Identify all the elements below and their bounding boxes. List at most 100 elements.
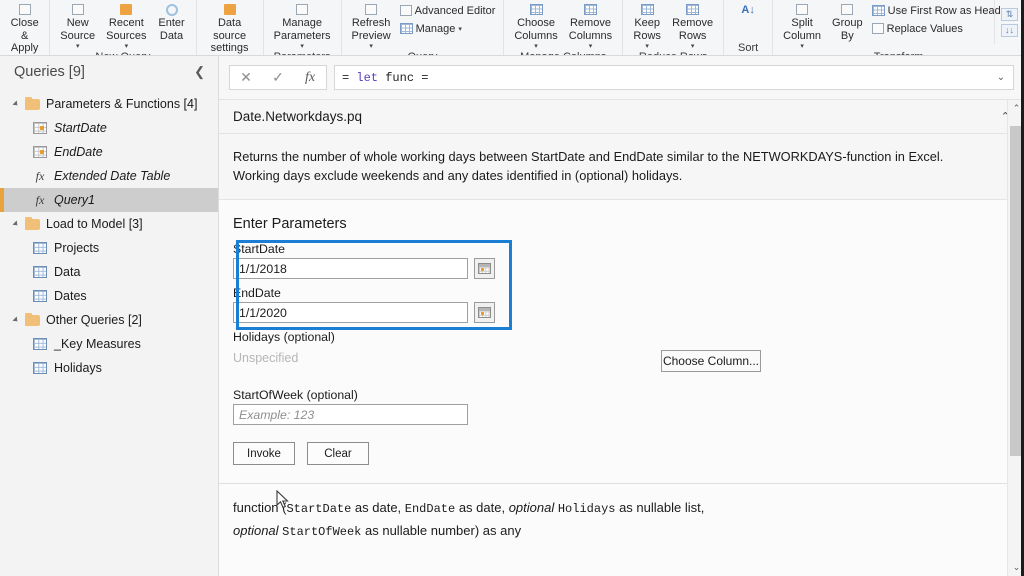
cancel-formula-icon[interactable]: ✕ [230, 66, 262, 89]
chevron-down-icon: ▾ [534, 43, 538, 50]
close-and-apply-button[interactable]: Close & Apply ▾ [5, 1, 44, 55]
enddate-calendar-button[interactable] [474, 302, 495, 323]
data-source-settings-label: Data source settings [210, 17, 249, 54]
folder-icon [25, 96, 40, 110]
manage-button[interactable]: Manage ▾ [397, 20, 499, 37]
calendar-icon [478, 307, 491, 318]
folder-icon [25, 312, 40, 326]
enter-data-icon [165, 2, 178, 17]
formula-input[interactable]: = let func = ⌄ [334, 65, 1014, 90]
clear-button[interactable]: Clear [307, 442, 369, 465]
enter-data-button[interactable]: Enter Data [153, 1, 191, 42]
chevron-down-icon: ▾ [690, 43, 695, 50]
refresh-preview-button[interactable]: Refresh Preview ▾ [347, 1, 396, 50]
enter-parameters-title: Enter Parameters [233, 216, 347, 232]
manage-parameters-label: Manage Parameters [273, 17, 331, 42]
choose-columns-button[interactable]: Choose Columns ▾ [509, 1, 562, 50]
table-icon [33, 290, 47, 302]
action-buttons: Invoke Clear [233, 442, 1010, 465]
queries-group-load-to-model[interactable]: Load to Model [3] [0, 212, 218, 236]
fill-down-icon[interactable]: ↓↓ [1001, 23, 1018, 37]
ribbon-group-title-sort: Sort [738, 42, 759, 54]
new-source-button[interactable]: New Source ▾ [55, 1, 100, 50]
choose-columns-label: Choose Columns [514, 17, 558, 42]
advanced-editor-button[interactable]: Advanced Editor [397, 2, 499, 19]
sidebar-item-data[interactable]: Data [0, 260, 218, 284]
sig-optional-1: optional [508, 500, 555, 515]
ribbon-group-query: Refresh Preview ▾ Advanced Editor Manage… [342, 0, 505, 55]
ribbon-groups: Close & Apply ▾ Close New Source ▾ [0, 0, 1024, 55]
sidebar-item-holidays[interactable]: Holidays [0, 356, 218, 380]
new-source-icon [71, 2, 84, 17]
table-icon [33, 242, 47, 254]
formula-expand-chevron-icon[interactable]: ⌄ [991, 67, 1011, 88]
table-icon [33, 362, 47, 374]
collapse-sidebar-icon[interactable]: ❮ [191, 64, 208, 80]
sort-ascending-button[interactable]: A↓ [729, 1, 767, 17]
startdate-input[interactable] [233, 258, 468, 279]
sidebar-item-query1[interactable]: fx Query1 [0, 188, 218, 212]
function-signature: function (StartDate as date, EndDate as … [219, 483, 1024, 543]
queries-group-label: Load to Model [3] [46, 217, 143, 231]
group-by-button[interactable]: Group By [827, 1, 868, 42]
ribbon-group-manage-columns: Choose Columns ▾ Remove Columns ▾ Manage… [504, 0, 624, 55]
queries-group-other-queries[interactable]: Other Queries [2] [0, 308, 218, 332]
sidebar-item-label: Query1 [54, 193, 95, 207]
enter-parameters-section: Enter Parameters StartDate EndDate [219, 200, 1024, 465]
split-column-button[interactable]: Split Column ▾ [778, 1, 826, 50]
field-startofweek: StartOfWeek (optional) [233, 388, 1010, 425]
parameter-icon [33, 122, 47, 134]
chevron-down-icon: ▾ [458, 25, 462, 33]
sidebar-item-enddate[interactable]: EndDate [0, 140, 218, 164]
remove-rows-button[interactable]: Remove Rows ▾ [667, 1, 718, 50]
table-icon [33, 338, 47, 350]
refresh-preview-label: Refresh Preview [351, 17, 391, 42]
holidays-label: Holidays (optional) [233, 330, 335, 344]
queries-group-parameters-and-functions[interactable]: Parameters & Functions [4] [0, 92, 218, 116]
sidebar-item-key-measures[interactable]: _Key Measures [0, 332, 218, 356]
field-holidays: Holidays (optional) Unspecified Choose C… [233, 330, 1010, 372]
expand-triangle-icon[interactable] [12, 220, 20, 228]
group-by-icon [841, 2, 854, 17]
expand-triangle-icon[interactable] [12, 100, 20, 108]
ribbon-group-new-query: New Source ▾ Recent Sources ▾ Enter Data… [50, 0, 197, 55]
sidebar-item-startdate[interactable]: StartDate [0, 116, 218, 140]
advanced-editor-icon [399, 5, 412, 16]
manage-parameters-button[interactable]: Manage Parameters ▾ [269, 1, 336, 50]
formula-bar: ✕ ✓ fx = let func = ⌄ [219, 56, 1024, 100]
enddate-input[interactable] [233, 302, 468, 323]
sidebar-item-projects[interactable]: Projects [0, 236, 218, 260]
sidebar-item-dates[interactable]: Dates [0, 284, 218, 308]
chevron-down-icon: ▾ [75, 43, 80, 50]
invoke-button[interactable]: Invoke [233, 442, 295, 465]
startdate-calendar-button[interactable] [474, 258, 495, 279]
use-first-row-as-headers-icon [871, 5, 885, 16]
queries-sidebar: Queries [9] ❮ Parameters & Functions [4]… [0, 56, 219, 576]
formula-text: = let func = [342, 71, 428, 85]
data-type-icon[interactable]: ⇅ [1001, 7, 1018, 21]
function-file-header: Date.Networkdays.pq ⌃ [219, 100, 1024, 134]
recent-sources-button[interactable]: Recent Sources ▾ [101, 1, 151, 50]
data-source-settings-icon [223, 2, 236, 17]
sort-ascending-icon: A↓ [741, 2, 754, 17]
insert-function-icon[interactable]: fx [294, 66, 326, 89]
remove-columns-button[interactable]: Remove Columns ▾ [564, 1, 617, 50]
ribbon-group-transform: Split Column ▾ Group By Use First Row as… [773, 0, 1024, 55]
queries-sidebar-header: Queries [9] ❮ [0, 56, 218, 88]
recent-sources-icon [120, 2, 133, 17]
data-source-settings-button[interactable]: Data source settings [202, 1, 258, 55]
signature-line-1: function (StartDate as date, EndDate as … [233, 497, 988, 520]
startofweek-input[interactable] [233, 404, 468, 425]
sidebar-item-extended-date-table[interactable]: fx Extended Date Table [0, 164, 218, 188]
choose-column-button[interactable]: Choose Column... [661, 350, 761, 372]
function-invocation-panel: Date.Networkdays.pq ⌃ Returns the number… [219, 100, 1024, 576]
sig-param-enddate: EndDate [404, 502, 456, 516]
replace-values-label: Replace Values [886, 22, 963, 35]
keep-rows-button[interactable]: Keep Rows ▾ [628, 1, 666, 50]
expand-triangle-icon[interactable] [12, 316, 20, 324]
sidebar-item-label: _Key Measures [54, 337, 141, 351]
accept-formula-icon[interactable]: ✓ [262, 66, 294, 89]
ribbon-group-data-sources: Data source settings Data Sources [197, 0, 264, 55]
split-column-icon [796, 2, 809, 17]
enddate-label: EndDate [233, 286, 281, 300]
